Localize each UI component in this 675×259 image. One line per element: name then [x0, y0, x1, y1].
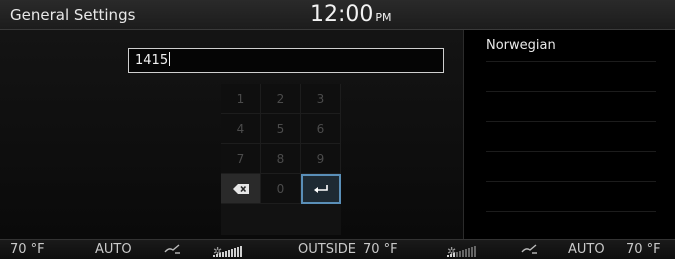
backspace-icon — [232, 183, 249, 194]
list-divider — [486, 151, 656, 152]
number-input-value: 1415 — [135, 53, 169, 68]
list-item-language[interactable]: Norwegian — [486, 38, 556, 53]
language-list: Norwegian — [463, 30, 675, 239]
key-7[interactable]: 7 — [221, 144, 261, 174]
left-airflow-icon[interactable] — [163, 243, 181, 258]
clock-time: 12:00 — [310, 2, 374, 27]
right-airflow-icon[interactable] — [520, 243, 538, 258]
entry-panel: 1415 1 2 3 4 5 6 7 8 9 0 — [0, 30, 463, 239]
outside-label: OUTSIDE — [298, 242, 356, 257]
enter-icon — [314, 185, 328, 193]
clock-ampm: PM — [375, 11, 392, 24]
list-divider — [486, 91, 656, 92]
key-3[interactable]: 3 — [301, 84, 341, 114]
left-fan-level — [213, 245, 242, 257]
outside-temperature: 70 °F — [363, 242, 398, 257]
key-2[interactable]: 2 — [261, 84, 301, 114]
clock: 12:00 PM — [310, 2, 392, 27]
key-1[interactable]: 1 — [221, 84, 261, 114]
right-auto[interactable]: AUTO — [568, 242, 605, 257]
list-divider — [486, 61, 656, 62]
enter-button[interactable] — [301, 174, 341, 204]
key-4[interactable]: 4 — [221, 114, 261, 144]
status-bar: General Settings 12:00 PM — [0, 0, 675, 30]
page-title: General Settings — [10, 6, 136, 24]
key-6[interactable]: 6 — [301, 114, 341, 144]
key-0[interactable]: 0 — [261, 174, 301, 204]
left-auto[interactable]: AUTO — [95, 242, 132, 257]
right-fan-level — [447, 245, 476, 257]
numeric-keypad: 1 2 3 4 5 6 7 8 9 0 — [221, 84, 341, 235]
list-divider — [486, 181, 656, 182]
delete-button[interactable] — [221, 174, 261, 204]
right-temperature[interactable]: 70 °F — [626, 242, 661, 257]
key-9[interactable]: 9 — [301, 144, 341, 174]
key-8[interactable]: 8 — [261, 144, 301, 174]
list-divider — [486, 211, 656, 212]
number-input[interactable]: 1415 — [128, 48, 444, 73]
climate-bar: 70 °F AUTO ✲ OUTSIDE 70 °F ✲ AUTO 70 °F — [0, 239, 675, 259]
list-divider — [486, 121, 656, 122]
left-temperature[interactable]: 70 °F — [10, 242, 45, 257]
key-5[interactable]: 5 — [261, 114, 301, 144]
text-caret — [169, 52, 171, 66]
